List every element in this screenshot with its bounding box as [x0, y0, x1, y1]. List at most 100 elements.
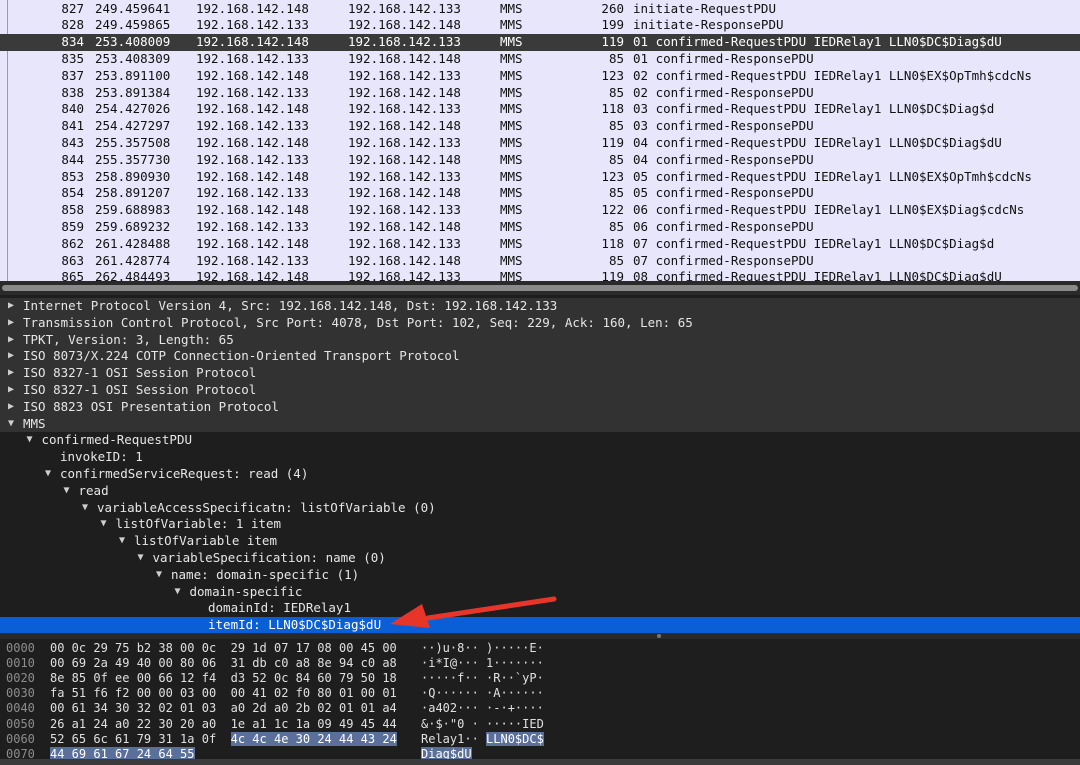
tree-item[interactable]: ▼ confirmedServiceRequest: read (4) — [0, 466, 1080, 483]
packet-row[interactable]: 837 253.891100 192.168.142.148 192.168.142.… — [0, 68, 1080, 85]
expand-triangle-icon[interactable]: ▼ — [153, 567, 165, 584]
expand-triangle-icon[interactable]: ▼ — [42, 466, 54, 483]
packet-protocol: MMS — [500, 235, 523, 251]
bytes-row: 0030 fa 51 f6 f2 00 00 03 00 00 41 02 f0 … — [0, 686, 1080, 701]
packet-row[interactable]: 843 255.357508 192.168.142.148 192.168.142.… — [0, 135, 1080, 152]
splitter-grip[interactable] — [657, 634, 661, 638]
bytes-ascii[interactable]: ·····f·· ·R··`yP· — [421, 671, 544, 686]
packet-length: 119 — [601, 34, 624, 50]
expand-triangle-icon[interactable]: ▼ — [116, 533, 128, 550]
packet-time: 261.428488 — [95, 235, 171, 251]
packet-row[interactable]: 841 254.427297 192.168.142.133 192.168.142.… — [0, 118, 1080, 135]
tree-item[interactable]: ▶ Internet Protocol Version 4, Src: 192.1… — [0, 298, 1080, 315]
packet-length: 123 — [601, 168, 624, 184]
packet-row[interactable]: 859 259.689232 192.168.142.133 192.168.142.… — [0, 219, 1080, 236]
packet-no: 853 — [61, 168, 84, 184]
packet-list[interactable]: 827 249.459641 192.168.142.148 192.168.142.… — [0, 0, 1080, 281]
bytes-ascii[interactable]: ··)u·8·· )·····E· — [421, 641, 544, 656]
packet-row[interactable]: 853 258.890930 192.168.142.148 192.168.142.… — [0, 169, 1080, 186]
hex-segment: 00 0c 29 75 b2 38 00 0c 29 1d 07 17 08 0… — [50, 641, 397, 655]
packet-protocol: MMS — [500, 185, 523, 201]
packet-details-tree[interactable]: ▶ Internet Protocol Version 4, Src: 192.1… — [0, 295, 1080, 633]
packet-row[interactable]: 834 253.408009 192.168.142.148 192.168.142.… — [0, 34, 1080, 51]
tree-item[interactable]: ▼ variableAccessSpecificatn: listOfVariab… — [0, 500, 1080, 517]
bytes-hex[interactable]: 00 61 34 30 32 02 01 03 a0 2d a0 2b 02 0… — [50, 701, 397, 716]
packet-length: 85 — [608, 218, 624, 234]
packet-row[interactable]: 844 255.357730 192.168.142.133 192.168.142.… — [0, 152, 1080, 169]
tree-item[interactable]: ▶ ISO 8327-1 OSI Session Protocol — [0, 365, 1080, 382]
packet-row[interactable]: 858 259.688983 192.168.142.148 192.168.142.… — [0, 202, 1080, 219]
packet-destination: 192.168.142.148 — [348, 151, 461, 167]
tree-item[interactable]: ▼ name: domain-specific (1) — [0, 567, 1080, 584]
ascii-segment: Relay1·· — [421, 731, 487, 746]
collapse-triangle-icon[interactable]: ▶ — [5, 382, 17, 399]
bytes-ascii[interactable]: ·i*I@··· 1······· — [421, 656, 544, 671]
tree-item[interactable]: ▼ MMS — [0, 415, 1080, 433]
tree-item[interactable]: ▼ listOfVariable item — [0, 533, 1080, 550]
bytes-hex[interactable]: 00 69 2a 49 40 00 80 06 31 db c0 a8 8e 9… — [50, 656, 397, 671]
packet-row[interactable]: 827 249.459641 192.168.142.148 192.168.142.… — [0, 1, 1080, 18]
expand-triangle-icon[interactable]: ▼ — [24, 432, 36, 449]
tree-item[interactable]: ▶ TPKT, Version: 3, Length: 65 — [0, 331, 1080, 349]
packet-row[interactable]: 835 253.408309 192.168.142.133 192.168.142.… — [0, 51, 1080, 68]
packet-list-scrollbar[interactable] — [0, 281, 1080, 295]
packet-time: 253.891100 — [95, 67, 171, 83]
bytes-ascii[interactable]: ·Q······ ·A······ — [421, 686, 544, 701]
packet-no: 862 — [61, 235, 84, 251]
tree-item[interactable]: ▶ ISO 8823 OSI Presentation Protocol — [0, 398, 1080, 416]
collapse-triangle-icon[interactable]: ▶ — [5, 399, 17, 416]
packet-row[interactable]: 840 254.427026 192.168.142.148 192.168.142.… — [0, 101, 1080, 118]
packet-protocol: MMS — [500, 118, 523, 134]
tree-item[interactable]: ▼ variableSpecification: name (0) — [0, 550, 1080, 567]
packet-protocol: MMS — [500, 202, 523, 218]
bytes-ascii[interactable]: Relay1·· LLN0$DC$ — [421, 731, 544, 747]
tree-item[interactable]: ▼ confirmed-RequestPDU — [0, 432, 1080, 449]
tree-item[interactable]: ▶ Transmission Control Protocol, Src Port… — [0, 314, 1080, 332]
packet-no: 854 — [61, 185, 84, 201]
packet-row[interactable]: 863 261.428774 192.168.142.133 192.168.142.… — [0, 253, 1080, 270]
expand-triangle-icon[interactable]: ▼ — [79, 500, 91, 517]
packet-no: 837 — [61, 67, 84, 83]
bytes-hex[interactable]: fa 51 f6 f2 00 00 03 00 00 41 02 f0 80 0… — [50, 686, 397, 701]
packet-protocol: MMS — [500, 50, 523, 66]
collapse-triangle-icon[interactable]: ▶ — [5, 365, 17, 382]
packet-row[interactable]: 828 249.459865 192.168.142.133 192.168.142.… — [0, 17, 1080, 34]
expand-triangle-icon[interactable]: ▼ — [135, 550, 147, 567]
packet-row[interactable]: 862 261.428488 192.168.142.148 192.168.142.… — [0, 236, 1080, 253]
collapse-triangle-icon[interactable]: ▶ — [5, 298, 17, 315]
collapse-triangle-icon[interactable]: ▶ — [5, 315, 17, 332]
packet-row[interactable]: 838 253.891384 192.168.142.133 192.168.142.… — [0, 85, 1080, 102]
packet-source: 192.168.142.133 — [196, 50, 309, 66]
packet-time: 261.428774 — [95, 252, 171, 268]
scrollbar-thumb[interactable] — [2, 285, 1078, 291]
packet-protocol: MMS — [500, 151, 523, 167]
packet-bytes-pane[interactable]: 0000 00 0c 29 75 b2 38 00 0c 29 1d 07 17 … — [0, 639, 1080, 765]
packet-destination: 192.168.142.148 — [348, 17, 461, 33]
packet-length: 199 — [601, 17, 624, 33]
tree-item[interactable]: ▶ ISO 8073/X.224 COTP Connection-Oriented… — [0, 348, 1080, 366]
collapse-triangle-icon[interactable]: ▶ — [5, 332, 17, 349]
expand-triangle-icon[interactable]: ▼ — [61, 483, 73, 500]
tree-item-label: listOfVariable: 1 item — [115, 516, 282, 532]
collapse-triangle-icon[interactable]: ▶ — [5, 348, 17, 365]
bytes-ascii[interactable]: &·$·"0 · ·····IED — [421, 717, 544, 732]
bytes-hex[interactable]: 8e 85 0f ee 00 66 12 f4 d3 52 0c 84 60 7… — [50, 671, 397, 686]
bytes-hex[interactable]: 26 a1 24 a0 22 30 20 a0 1e a1 1c 1a 09 4… — [50, 717, 397, 732]
tree-item[interactable]: ▼ read — [0, 483, 1080, 500]
packet-length: 85 — [608, 185, 624, 201]
expand-triangle-icon[interactable]: ▼ — [172, 584, 184, 601]
bytes-offset: 0050 — [6, 716, 35, 731]
bytes-hex[interactable]: 52 65 6c 61 79 31 1a 0f 4c 4c 4e 30 24 4… — [50, 731, 397, 747]
tree-item[interactable]: ▼ listOfVariable: 1 item — [0, 516, 1080, 533]
bytes-hex[interactable]: 00 0c 29 75 b2 38 00 0c 29 1d 07 17 08 0… — [50, 641, 397, 656]
tree-item[interactable]: invokeID: 1 — [0, 449, 1080, 466]
tree-item[interactable]: ▶ ISO 8327-1 OSI Session Protocol — [0, 382, 1080, 399]
packet-no: 835 — [61, 50, 84, 66]
packet-row[interactable]: 865 262.484493 192.168.142.148 192.168.142.… — [0, 269, 1080, 281]
bytes-ascii[interactable]: ·a402··· ·-·+···· — [421, 701, 544, 716]
packet-row[interactable]: 854 258.891207 192.168.142.133 192.168.142.… — [0, 185, 1080, 202]
expand-triangle-icon[interactable]: ▼ — [98, 516, 110, 533]
packet-destination: 192.168.142.148 — [348, 118, 461, 134]
expand-triangle-icon[interactable]: ▼ — [5, 416, 17, 433]
tree-item-label: MMS — [23, 415, 46, 431]
